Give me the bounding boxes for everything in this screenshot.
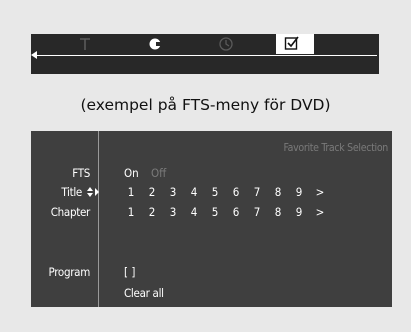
caption-text: (exempel på FTS-meny för DVD): [80, 96, 331, 114]
chapter-number[interactable]: 3: [168, 205, 178, 219]
menu-divider: [98, 131, 99, 307]
title-number[interactable]: 3: [168, 185, 178, 199]
selector-arrows-icon: [86, 184, 100, 200]
menu-header: Favorite Track Selection: [283, 142, 388, 154]
title-number[interactable]: 2: [147, 185, 157, 199]
fts-off-option[interactable]: Off: [151, 166, 166, 180]
chapter-next-arrow[interactable]: >: [315, 205, 325, 219]
chapter-number[interactable]: 9: [294, 205, 304, 219]
progress-line: [35, 55, 377, 56]
chapter-number[interactable]: 7: [252, 205, 262, 219]
title-number[interactable]: 8: [273, 185, 283, 199]
chapter-number[interactable]: 8: [273, 205, 283, 219]
title-next-arrow[interactable]: >: [315, 185, 325, 199]
chapter-number[interactable]: 6: [231, 205, 241, 219]
chapter-number[interactable]: 4: [189, 205, 199, 219]
title-label: Title: [61, 185, 82, 199]
title-number[interactable]: 5: [210, 185, 220, 199]
fts-on-option[interactable]: On: [124, 166, 139, 180]
fts-menu-panel: Favorite Track Selection FTS On Off Titl…: [31, 131, 392, 307]
clock-icon[interactable]: [217, 36, 235, 52]
osd-icon-bar: [31, 34, 379, 74]
chapter-number[interactable]: 5: [210, 205, 220, 219]
chapter-number[interactable]: 2: [147, 205, 157, 219]
icon-row: [31, 34, 379, 54]
t-icon[interactable]: [78, 36, 96, 52]
checkbox-checked-icon[interactable]: [284, 35, 302, 51]
fts-label: FTS: [72, 166, 90, 180]
title-number[interactable]: 4: [189, 185, 199, 199]
title-number[interactable]: 7: [252, 185, 262, 199]
program-value[interactable]: [ ]: [124, 265, 135, 279]
disc-c-icon[interactable]: [147, 36, 165, 52]
program-label: Program: [48, 265, 90, 279]
chapter-number[interactable]: 1: [126, 205, 136, 219]
clear-all-button[interactable]: Clear all: [124, 286, 164, 300]
title-number[interactable]: 6: [231, 185, 241, 199]
title-number[interactable]: 1: [126, 185, 136, 199]
title-number[interactable]: 9: [294, 185, 304, 199]
chapter-label: Chapter: [50, 205, 91, 219]
